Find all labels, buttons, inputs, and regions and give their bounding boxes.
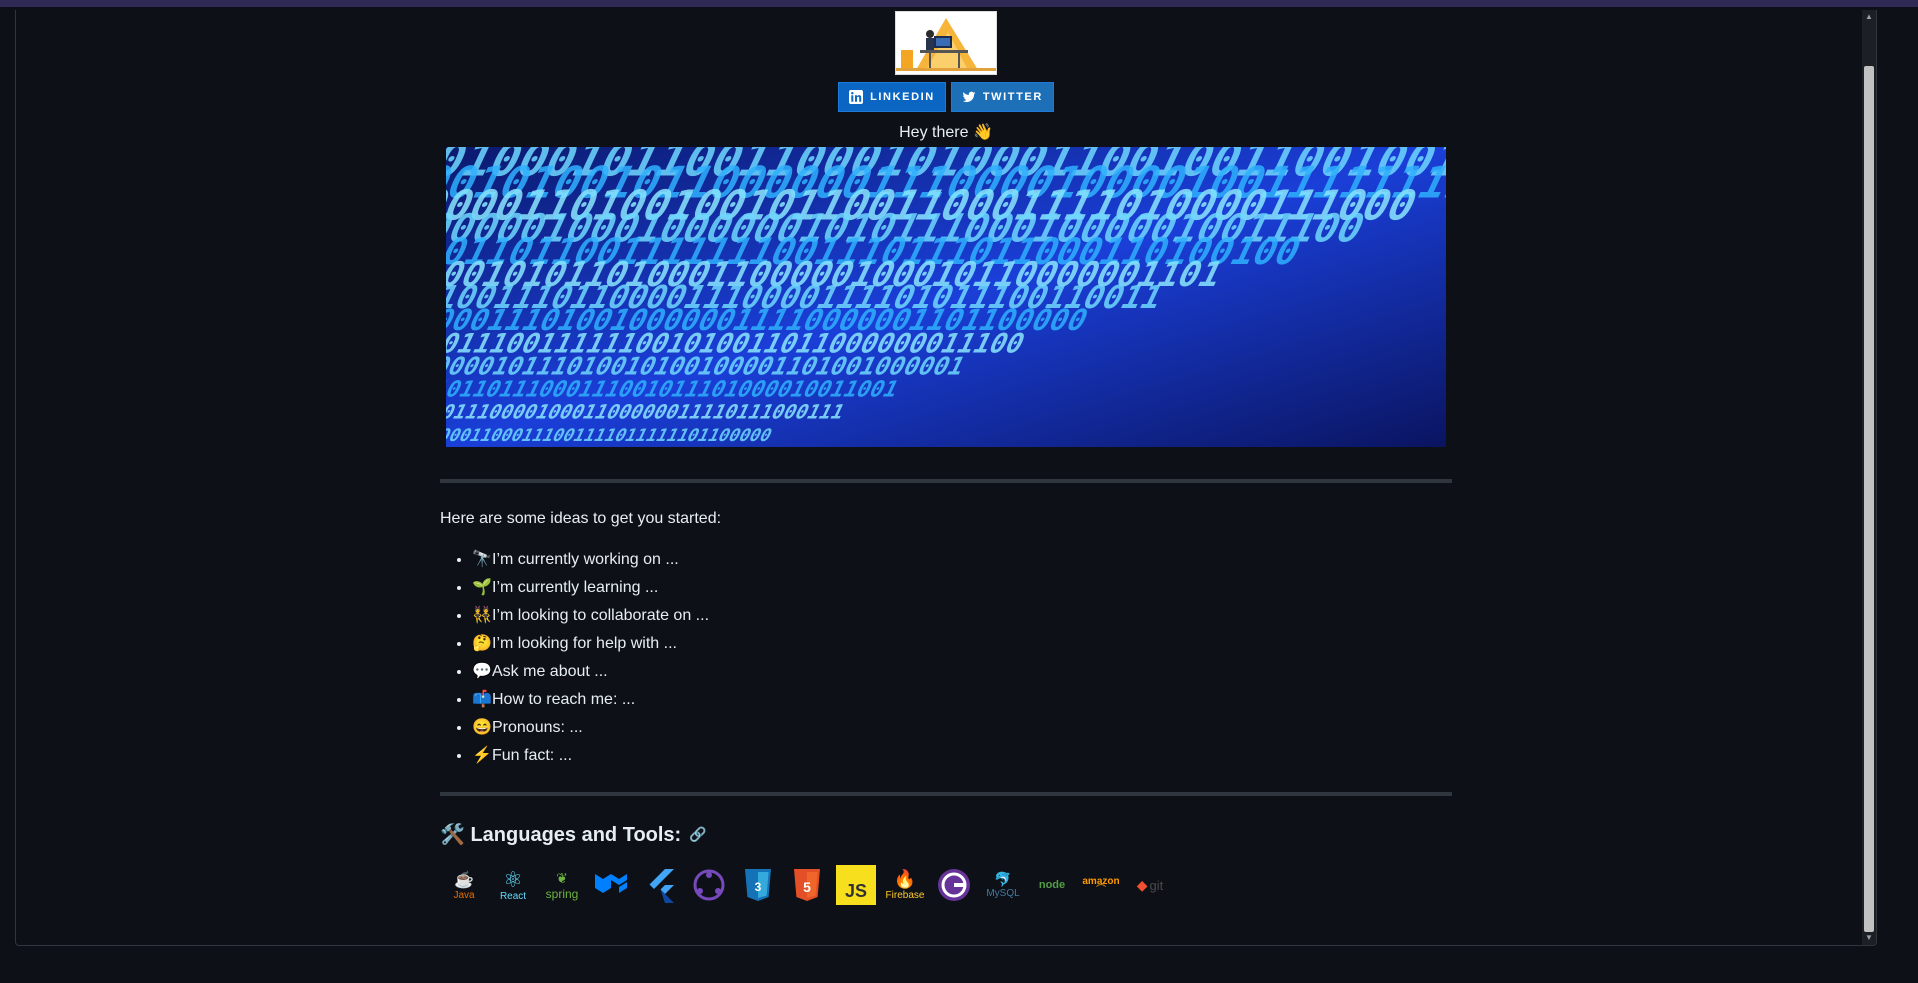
readme-preview-frame: LINKEDIN TWITTER Hey there 👋 01000101100… xyxy=(15,10,1877,946)
mysql-icon[interactable]: 🐬 MySQL xyxy=(983,865,1023,905)
redux-icon[interactable] xyxy=(689,865,729,905)
firebase-icon[interactable]: 🔥 Firebase xyxy=(885,865,925,905)
aws-icon[interactable]: amazon ⌒ xyxy=(1081,865,1121,905)
social-badges: LINKEDIN TWITTER xyxy=(440,82,1452,112)
spring-icon[interactable]: ❦ spring xyxy=(542,865,582,905)
git-icon[interactable]: ◆ git xyxy=(1130,865,1170,905)
intro-text: Here are some ideas to get you started: xyxy=(440,510,722,527)
linkedin-icon xyxy=(849,90,864,104)
svg-text:5: 5 xyxy=(803,879,811,895)
tools-list: ☕ Java ⚛ React ❦ spring 3 5 JS 🔥 Firebase 🐬 M… xyxy=(440,865,1452,905)
list-item-text: I’m currently learning ... xyxy=(492,579,659,596)
list-item-text: I’m looking to collaborate on ... xyxy=(492,607,710,624)
list-item: 💬Ask me about ... xyxy=(472,658,1452,686)
list-item-text: I’m currently working on ... xyxy=(492,551,679,568)
twitter-label: TWITTER xyxy=(982,91,1043,103)
java-icon[interactable]: ☕ Java xyxy=(444,865,484,905)
seedling-icon: 🌱 xyxy=(472,579,492,596)
scrollbar[interactable]: ▲ ▼ xyxy=(1862,10,1876,945)
list-item-text: Fun fact: ... xyxy=(492,747,573,764)
lightning-icon: ⚡ xyxy=(472,747,492,764)
list-item: 📫How to reach me: ... xyxy=(472,686,1452,714)
list-item: 🔭I’m currently working on ... xyxy=(472,546,1452,574)
material-ui-icon[interactable] xyxy=(591,865,631,905)
tools-heading-text: 🛠️ Languages and Tools: xyxy=(440,824,682,846)
ideas-list: 🔭I’m currently working on ... 🌱I’m curre… xyxy=(440,546,1452,770)
svg-text:3: 3 xyxy=(755,880,762,894)
header-section: LINKEDIN TWITTER Hey there 👋 xyxy=(440,11,1452,142)
svg-text:000101011011100011100101110100: 0001010110111000111001011101000010011001 xyxy=(446,378,903,403)
smiling-face-icon: 😄 xyxy=(472,719,492,736)
react-icon[interactable]: ⚛ React xyxy=(493,865,533,905)
gatsby-icon[interactable] xyxy=(934,865,974,905)
html5-icon[interactable]: 5 xyxy=(787,865,827,905)
list-item: 🌱I’m currently learning ... xyxy=(472,574,1452,602)
scroll-up-arrow-icon[interactable]: ▲ xyxy=(1862,10,1876,24)
speech-bubble-icon: 💬 xyxy=(472,663,492,680)
list-item: 🤔I’m looking for help with ... xyxy=(472,630,1452,658)
divider xyxy=(440,792,1452,796)
list-item-text: I’m looking for help with ... xyxy=(492,635,677,652)
linkedin-label: LINKEDIN xyxy=(870,91,935,103)
profile-illustration xyxy=(895,11,997,75)
scrollbar-thumb[interactable] xyxy=(1864,66,1874,932)
scroll-down-arrow-icon[interactable]: ▼ xyxy=(1862,931,1876,945)
svg-text:110100011100001000110000001111: 1101000111000010001100000011110111000111 xyxy=(446,401,849,424)
list-item-text: Pronouns: ... xyxy=(492,719,583,736)
anchor-link-icon[interactable]: 🔗 xyxy=(689,826,706,843)
twitter-badge[interactable]: TWITTER xyxy=(950,82,1054,112)
list-item-text: How to reach me: ... xyxy=(492,691,636,708)
list-item: ⚡Fun fact: ... xyxy=(472,742,1452,770)
javascript-icon[interactable]: JS xyxy=(836,865,876,905)
nodejs-icon[interactable]: node xyxy=(1032,865,1072,905)
divider xyxy=(440,479,1452,483)
flutter-icon[interactable] xyxy=(640,865,680,905)
binary-code-banner: 0100010110011000101000110010011001001001… xyxy=(446,147,1446,447)
twitter-icon xyxy=(962,91,976,103)
list-item: 😄Pronouns: ... xyxy=(472,714,1452,742)
thinking-face-icon: 🤔 xyxy=(472,635,492,652)
list-item: 👯I’m looking to collaborate on ... xyxy=(472,602,1452,630)
linkedin-badge[interactable]: LINKEDIN xyxy=(838,82,946,112)
browser-top-strip xyxy=(0,0,1918,7)
telescope-icon: 🔭 xyxy=(472,551,492,568)
readme-content: LINKEDIN TWITTER Hey there 👋 01000101100… xyxy=(440,10,1452,905)
list-item-text: Ask me about ... xyxy=(492,663,608,680)
mailbox-icon: 📫 xyxy=(472,691,492,708)
tools-heading: 🛠️ Languages and Tools: 🔗 xyxy=(440,822,1452,847)
dancers-icon: 👯 xyxy=(472,607,492,624)
css3-icon[interactable]: 3 xyxy=(738,865,778,905)
svg-text:110010100001100011100111101111: 1100101000011000111001111011111101100000 xyxy=(446,426,775,446)
greeting-text: Hey there 👋 xyxy=(899,124,993,141)
